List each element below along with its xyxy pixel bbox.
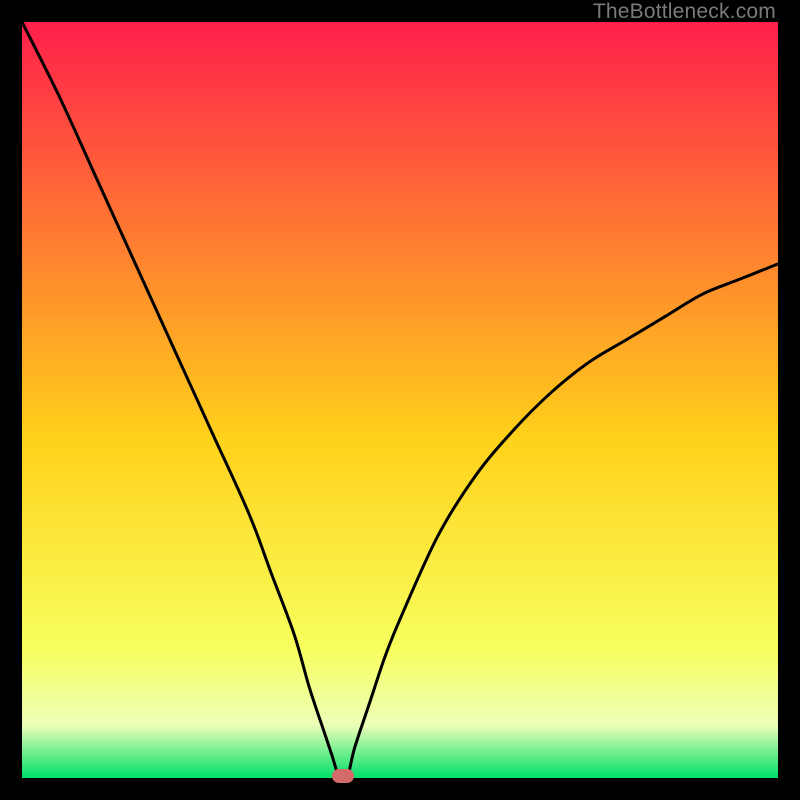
minimum-marker: [332, 769, 354, 783]
chart-frame: [22, 22, 778, 778]
gradient-background: [22, 22, 778, 778]
watermark-text: TheBottleneck.com: [593, 0, 776, 24]
chart-plot: [22, 22, 778, 778]
